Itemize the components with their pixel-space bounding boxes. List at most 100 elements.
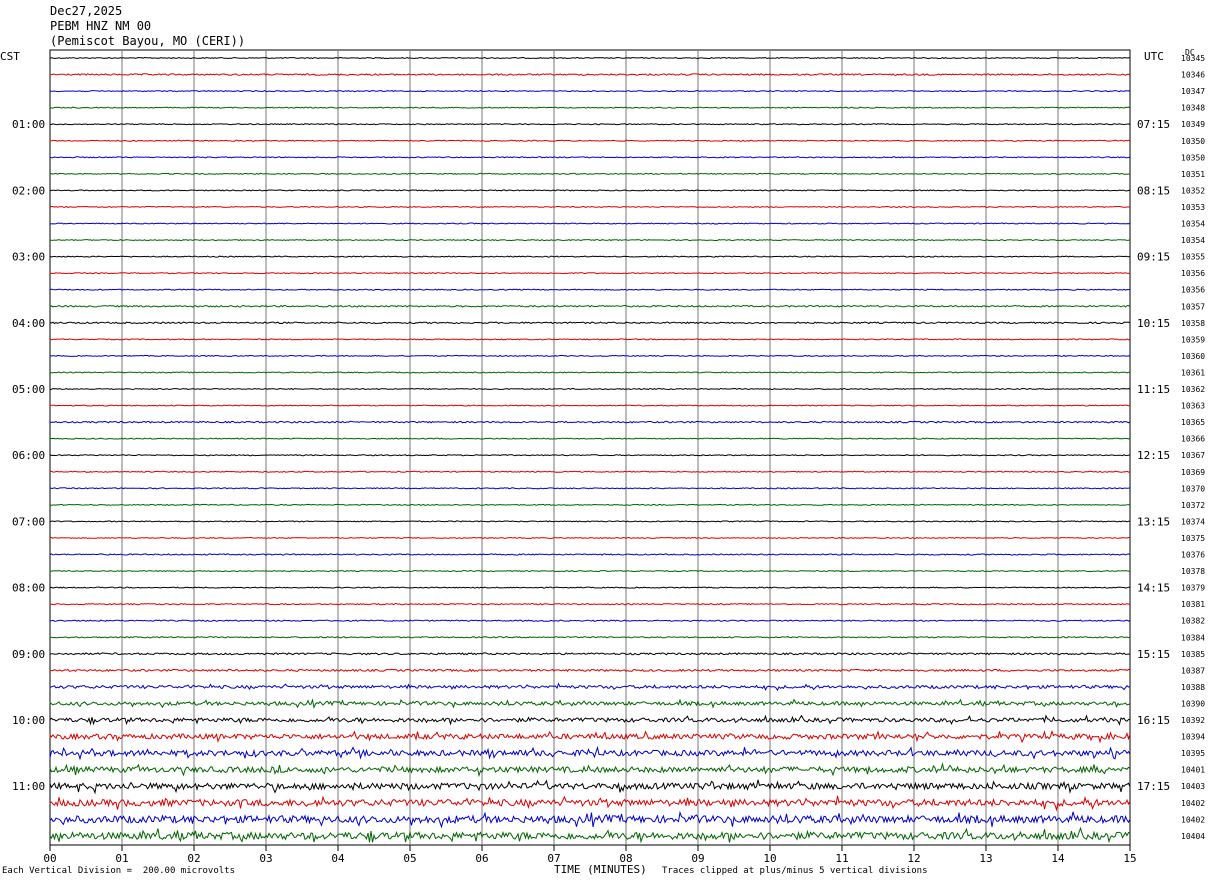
dc-offset-label: 10370 (1181, 484, 1205, 493)
x-tick-label: 03 (259, 852, 272, 865)
dc-offset-label: 10388 (1181, 683, 1205, 692)
dc-offset-label: 10363 (1181, 402, 1205, 411)
dc-offset-label: 10352 (1181, 186, 1205, 195)
dc-offset-label: 10379 (1181, 584, 1205, 593)
trace-45 (49, 795, 1131, 812)
trace-43 (49, 762, 1131, 778)
dc-offset-label: 10360 (1181, 352, 1205, 361)
left-hour-label: 04:00 (12, 317, 45, 330)
dc-offset-label: 10346 (1181, 71, 1205, 80)
dc-offset-label: 10395 (1181, 749, 1205, 758)
right-hour-label: 07:15 (1137, 118, 1170, 131)
dc-offset-label: 10385 (1181, 650, 1205, 659)
x-axis-label: TIME (MINUTES) (554, 863, 647, 876)
left-hour-label: 05:00 (12, 383, 45, 396)
trace-22 (49, 420, 1131, 424)
trace-46 (49, 810, 1131, 829)
dc-offset-label: 10361 (1181, 368, 1205, 377)
right-hour-label: 10:15 (1137, 317, 1170, 330)
left-hour-label: 08:00 (12, 582, 45, 595)
trace-31 (49, 570, 1131, 573)
trace-0 (49, 56, 1131, 60)
dc-offset-label: 10354 (1181, 236, 1205, 245)
trace-25 (49, 470, 1131, 473)
trace-32 (49, 586, 1130, 589)
dc-offset-label: 10366 (1181, 435, 1205, 444)
left-hour-label: 02:00 (12, 184, 45, 197)
scale-note: Each Vertical Division = 200.00 microvol… (2, 866, 235, 876)
x-tick-label: 09 (691, 852, 704, 865)
trace-6 (49, 156, 1131, 159)
right-hour-label: 13:15 (1137, 515, 1170, 528)
right-hour-label: 11:15 (1137, 383, 1170, 396)
left-hour-label: 07:00 (12, 515, 45, 528)
left-hour-label: 01:00 (12, 118, 45, 131)
dc-offset-label: 10358 (1181, 319, 1205, 328)
seismogram-plot: 10345 10346 10347 10348 10349 10350 10350 10351… (12, 49, 1205, 865)
trace-4 (49, 123, 1131, 126)
trace-8 (49, 189, 1131, 192)
x-tick-label: 14 (1051, 852, 1065, 865)
plot-frame (49, 49, 1131, 846)
dc-offset-label: 10382 (1181, 617, 1205, 626)
dc-offset-label: 10392 (1181, 716, 1205, 725)
trace-28 (49, 520, 1131, 523)
trace-11 (49, 239, 1131, 242)
trace-34 (49, 619, 1131, 622)
x-tick-label: 06 (475, 852, 488, 865)
dc-offset-label: 10394 (1181, 733, 1205, 742)
dc-offset-label: 10345 (1181, 54, 1205, 63)
right-hour-label: 09:15 (1137, 251, 1170, 264)
dc-offset-label: 10362 (1181, 385, 1205, 394)
left-hour-label: 03:00 (12, 251, 45, 264)
trace-19 (49, 371, 1130, 374)
dc-offset-label: 10372 (1181, 501, 1205, 510)
dc-offset-label: 10348 (1181, 104, 1205, 113)
trace-17 (49, 338, 1131, 341)
trace-30 (49, 553, 1131, 556)
right-hour-label: 12:15 (1137, 449, 1170, 462)
x-tick-label: 13 (979, 852, 992, 865)
trace-3 (49, 106, 1131, 109)
trace-5 (49, 139, 1131, 142)
right-hour-label: 14:15 (1137, 582, 1170, 595)
trace-14 (49, 288, 1131, 291)
trace-1 (49, 73, 1131, 76)
dc-offset-label: 10353 (1181, 203, 1205, 212)
trace-29 (49, 536, 1131, 539)
trace-47 (49, 826, 1131, 844)
trace-35 (49, 635, 1131, 639)
dc-offset-label: 10356 (1181, 286, 1205, 295)
trace-24 (49, 453, 1131, 457)
trace-2 (49, 90, 1131, 93)
dc-offset-label: 10387 (1181, 666, 1205, 675)
dc-offset-label: 10402 (1181, 815, 1205, 824)
x-tick-label: 15 (1123, 852, 1136, 865)
x-tick-label: 11 (835, 852, 848, 865)
clip-note: Traces clipped at plus/minus 5 vertical … (662, 866, 928, 876)
left-hour-label: 09:00 (12, 648, 45, 661)
trace-9 (49, 205, 1131, 208)
x-tick-label: 00 (43, 852, 56, 865)
x-tick-label: 02 (187, 852, 200, 865)
x-tick-label: 04 (331, 852, 345, 865)
trace-21 (49, 404, 1131, 407)
dc-offset-label: 10384 (1181, 633, 1205, 642)
trace-13 (49, 271, 1131, 275)
trace-36 (49, 652, 1131, 656)
left-hour-label: 06:00 (12, 449, 45, 462)
right-hour-label: 15:15 (1137, 648, 1170, 661)
dc-offset-label: 10376 (1181, 551, 1205, 560)
trace-39 (49, 698, 1131, 709)
trace-18 (49, 354, 1131, 357)
dc-offset-label: 10374 (1181, 517, 1205, 526)
trace-15 (49, 304, 1131, 308)
trace-33 (49, 602, 1131, 606)
right-hour-label: 16:15 (1137, 714, 1170, 727)
trace-27 (49, 503, 1131, 506)
dc-offset-label: 10351 (1181, 170, 1205, 179)
trace-38 (49, 682, 1131, 692)
trace-26 (49, 487, 1131, 490)
dc-offset-label: 10354 (1181, 220, 1205, 229)
x-tick-label: 12 (907, 852, 920, 865)
